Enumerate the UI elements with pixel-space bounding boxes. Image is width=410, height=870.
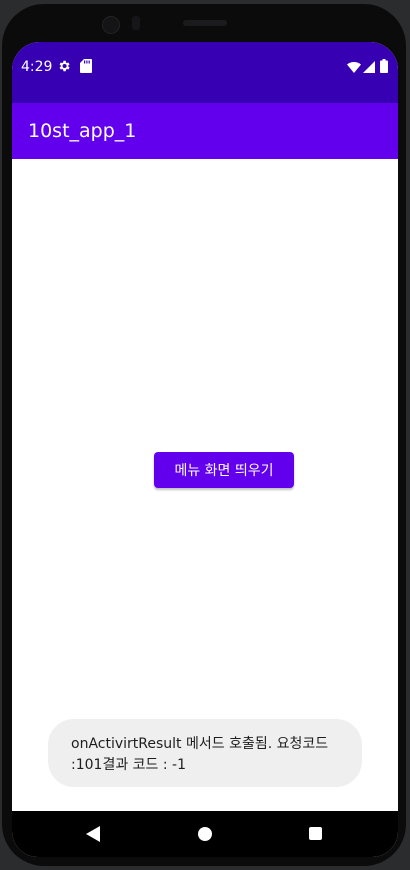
proximity-sensor: [132, 16, 140, 30]
earpiece-speaker: [183, 20, 227, 26]
home-icon[interactable]: [198, 827, 212, 841]
wifi-icon: [347, 61, 361, 73]
device-frame: 4:29 10st_app_1 메뉴 화면 띄우기 onActivirtResu…: [0, 0, 410, 870]
gear-icon: [59, 60, 70, 72]
recents-icon[interactable]: [309, 827, 322, 840]
front-camera: [102, 16, 120, 34]
back-icon[interactable]: [86, 826, 100, 842]
battery-icon: [380, 59, 388, 73]
show-menu-button[interactable]: 메뉴 화면 띄우기: [154, 452, 294, 488]
status-bar: 4:29: [12, 42, 398, 103]
sd-card-icon: [80, 59, 92, 73]
device-screen: 4:29 10st_app_1 메뉴 화면 띄우기 onActivirtResu…: [12, 42, 398, 857]
device-bezel: 4:29 10st_app_1 메뉴 화면 띄우기 onActivirtResu…: [2, 4, 406, 866]
status-time: 4:29: [21, 59, 53, 75]
navigation-bar: [12, 811, 398, 857]
app-bar: 10st_app_1: [12, 103, 398, 159]
app-title: 10st_app_1: [28, 120, 137, 142]
cell-signal-icon: [363, 61, 375, 73]
main-content: 메뉴 화면 띄우기: [12, 159, 398, 811]
toast-message: onActivirtResult 메서드 호출됨. 요청코드 :101결과 코드…: [48, 719, 362, 787]
